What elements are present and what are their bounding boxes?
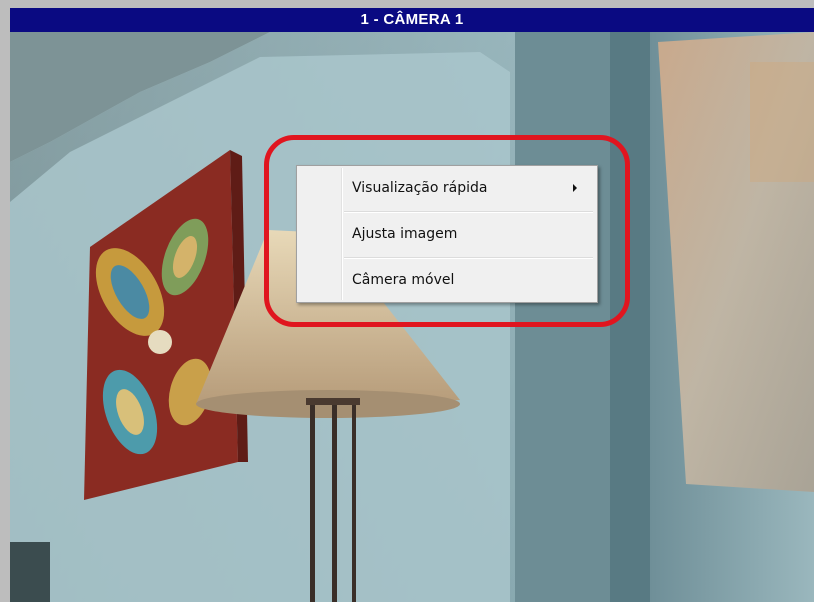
submenu-arrow-icon (573, 184, 577, 192)
menu-separator (344, 211, 593, 213)
menu-item-label: Visualização rápida (352, 180, 488, 196)
context-menu: Visualização rápida Ajusta imagem Câmera… (296, 165, 598, 303)
menu-item-label: Ajusta imagem (352, 226, 458, 242)
camera-feed-image (10, 32, 814, 602)
camera-feed-view[interactable] (10, 32, 814, 602)
menu-item-quick-view[interactable]: Visualização rápida (299, 168, 595, 208)
camera-window: 1 - CÂMERA 1 Visualização rápida Ajusta … (0, 0, 814, 602)
menu-item-label: Câmera móvel (352, 272, 455, 288)
menu-item-adjust-image[interactable]: Ajusta imagem (299, 214, 595, 254)
menu-separator (344, 257, 593, 259)
camera-title-bar[interactable]: 1 - CÂMERA 1 (10, 8, 814, 32)
menu-item-mobile-camera[interactable]: Câmera móvel (299, 260, 595, 300)
